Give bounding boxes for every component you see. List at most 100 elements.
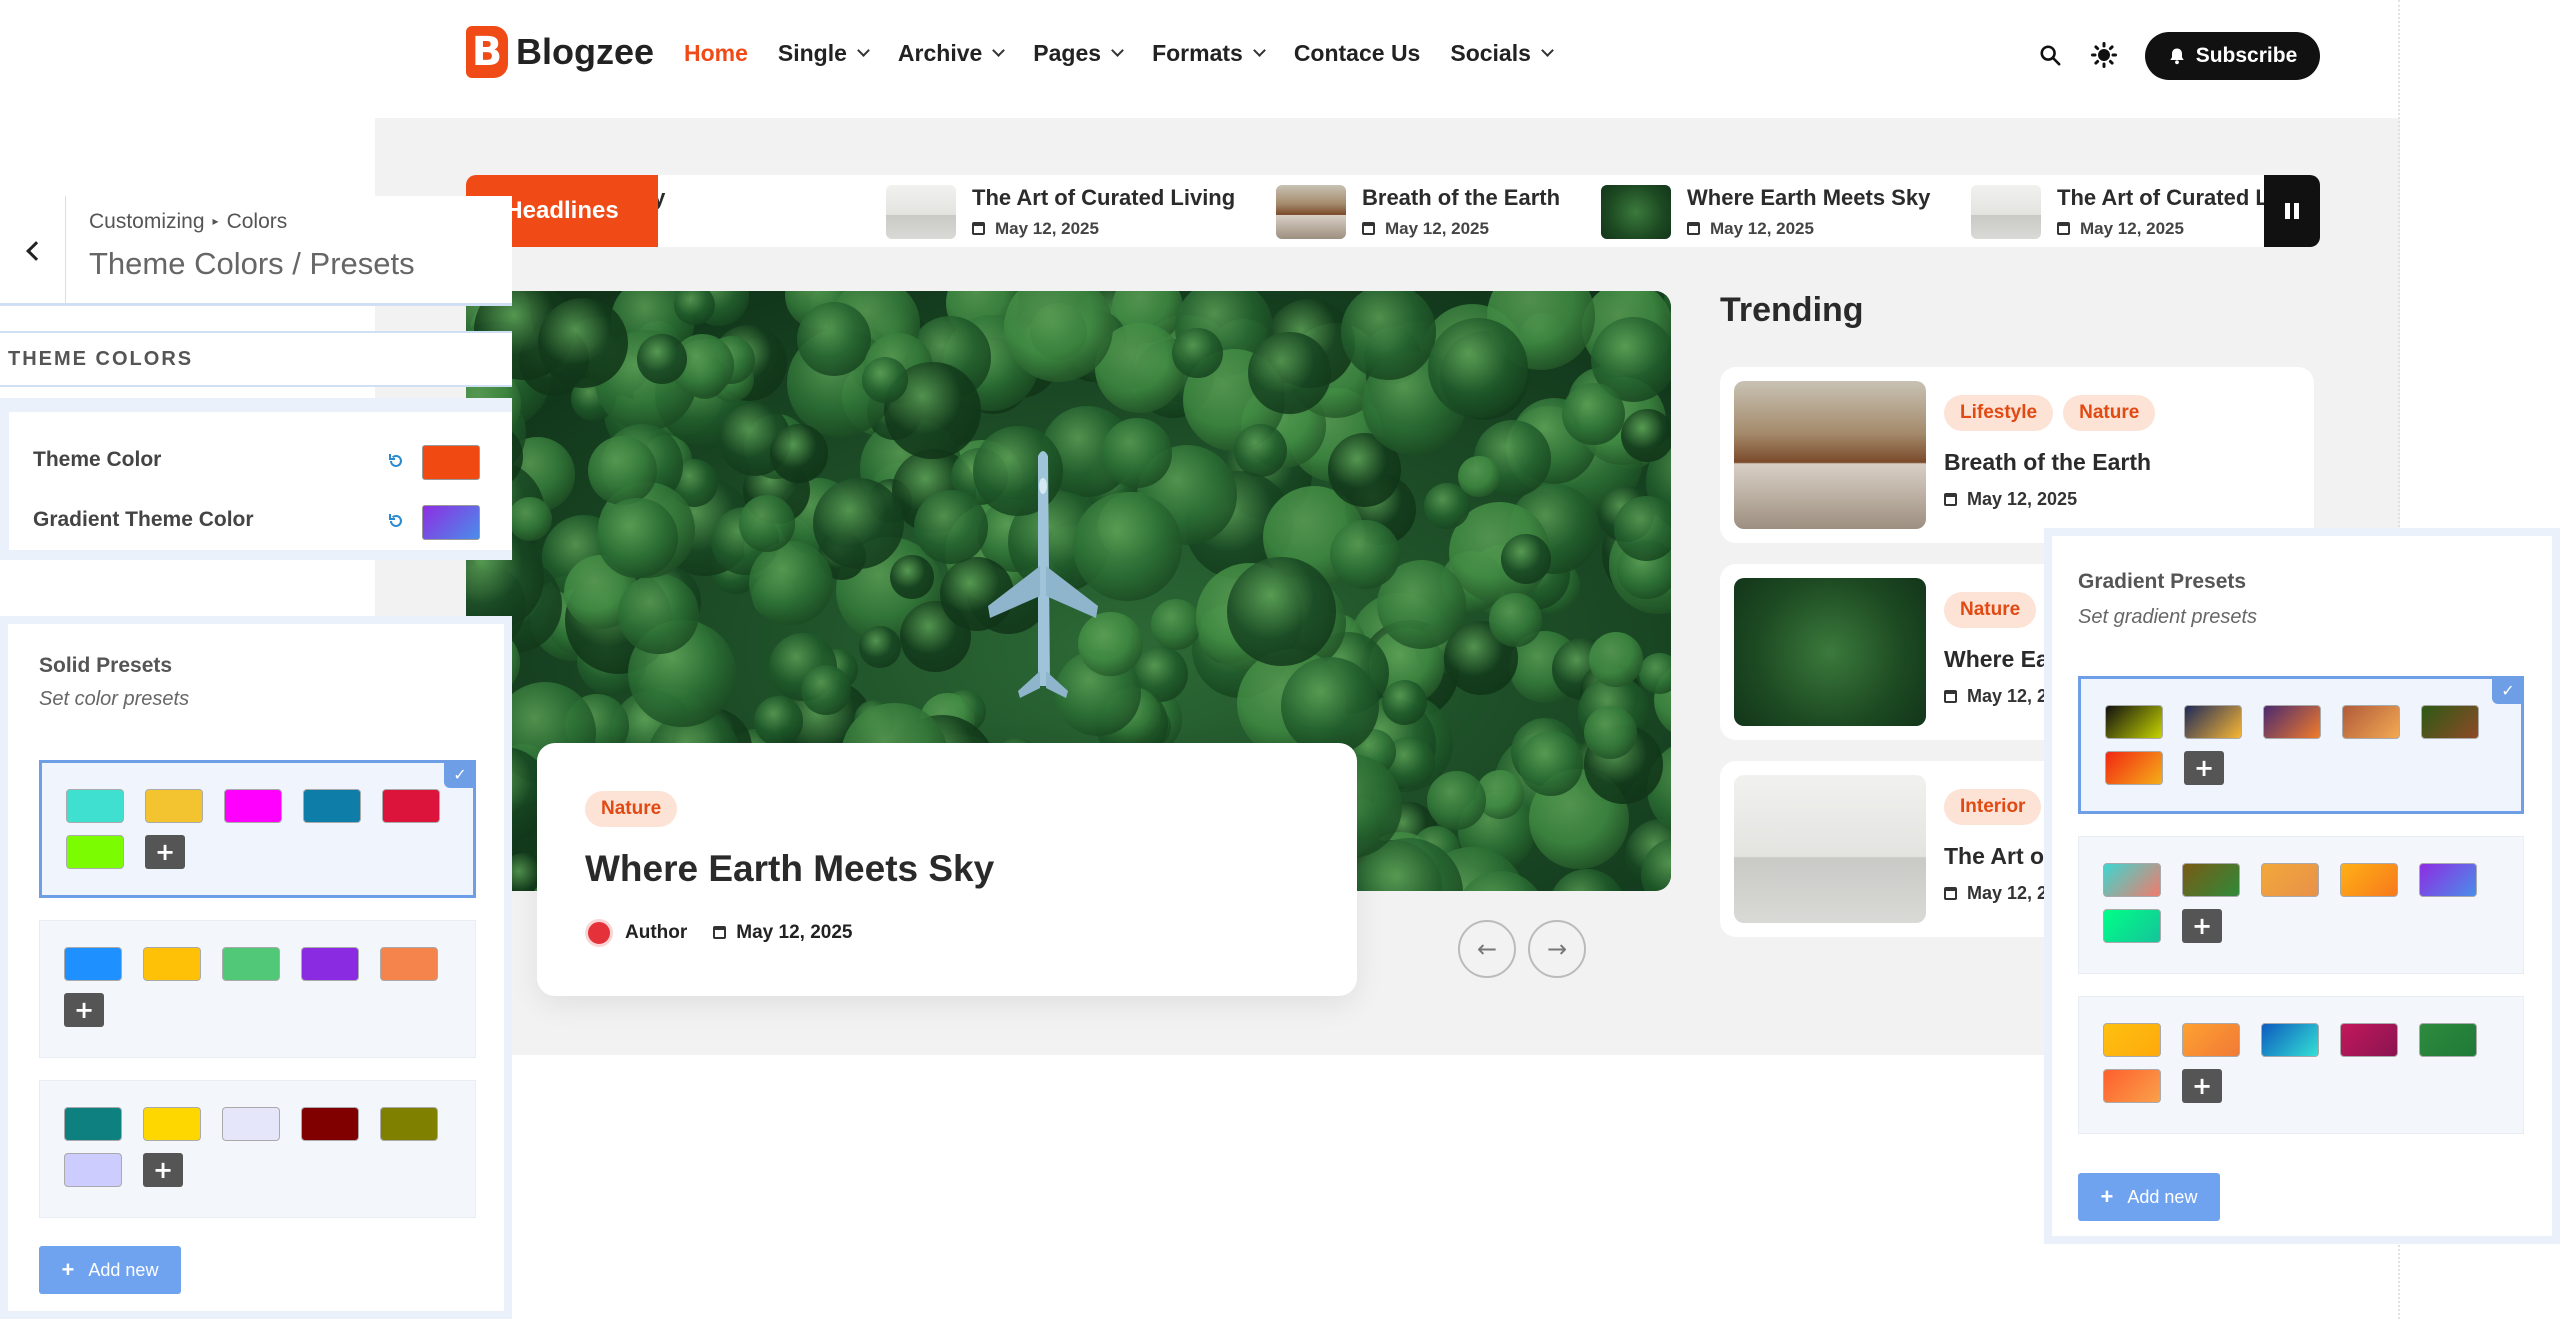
hero-category-tag[interactable]: Nature [585, 791, 678, 827]
color-swatch[interactable] [2340, 863, 2398, 897]
color-swatch[interactable] [66, 789, 124, 823]
color-swatch[interactable] [143, 947, 201, 981]
preset-set[interactable]: ✓ + [39, 760, 476, 898]
reset-icon[interactable] [387, 452, 405, 470]
ticker-pause-button[interactable] [2264, 175, 2320, 247]
category-tag[interactable]: Interior [1944, 789, 2042, 825]
dark-mode-toggle-icon[interactable] [2091, 42, 2117, 68]
add-color-button[interactable]: + [2182, 909, 2222, 943]
nav-item-contace-us[interactable]: Contace Us [1294, 40, 1421, 67]
trending-card[interactable]: Lifestyle Nature Breath of the Earth May 12… [1720, 367, 2314, 543]
nav-item-pages[interactable]: Pages [1033, 40, 1124, 67]
color-swatch[interactable] [2103, 909, 2161, 943]
ticker-date: May 12, 2025 [1385, 219, 1489, 238]
add-color-button[interactable]: + [2184, 751, 2224, 785]
nav-item-single[interactable]: Single [778, 40, 870, 67]
preset-set[interactable]: + [2078, 836, 2524, 974]
tree-texture [861, 357, 908, 404]
color-swatch[interactable] [2340, 1023, 2398, 1057]
nav-item-socials[interactable]: Socials [1450, 40, 1554, 67]
color-swatch[interactable] [2184, 705, 2242, 739]
hero-title[interactable]: Where Earth Meets Sky [585, 848, 994, 890]
color-swatch[interactable] [222, 947, 280, 981]
gradient-theme-color-swatch[interactable] [422, 505, 480, 540]
add-color-button[interactable]: + [2182, 1069, 2222, 1103]
color-swatch[interactable] [2182, 863, 2240, 897]
color-swatch[interactable] [2103, 1069, 2161, 1103]
trending-thumbnail[interactable] [1734, 578, 1926, 726]
ticker-thumbnail[interactable] [1971, 185, 2041, 239]
hero-author[interactable]: Author [625, 922, 687, 944]
color-swatch[interactable] [64, 1107, 122, 1141]
color-swatch[interactable] [64, 947, 122, 981]
breadcrumb: Customizing ▸ Colors [89, 210, 287, 234]
color-swatch[interactable] [222, 1107, 280, 1141]
color-swatch[interactable] [2342, 705, 2400, 739]
preset-set[interactable]: + [2078, 996, 2524, 1134]
preset-set[interactable]: + [39, 1080, 476, 1218]
ticker-item[interactable]: Where Earth Meets Sky May 12, 2025 [1601, 185, 1930, 239]
color-swatch[interactable] [224, 789, 282, 823]
trending-thumbnail[interactable] [1734, 775, 1926, 923]
color-swatch[interactable] [64, 1153, 122, 1187]
ticker-thumbnail[interactable] [1601, 185, 1671, 239]
color-swatch[interactable] [2182, 1023, 2240, 1057]
color-swatch[interactable] [2261, 1023, 2319, 1057]
ticker-title[interactable]: Breath of the Earth [1362, 185, 1560, 211]
add-color-button[interactable]: + [64, 993, 104, 1027]
ticker-item[interactable]: Breath of the Earth May 12, 2025 [1276, 185, 1560, 239]
ticker-title[interactable]: The Art of Curated Living [972, 185, 1235, 211]
calendar-icon [1944, 690, 1957, 703]
trending-thumbnail[interactable] [1734, 381, 1926, 529]
subscribe-button[interactable]: Subscribe [2145, 32, 2320, 80]
add-color-button[interactable]: + [145, 835, 185, 869]
color-swatch[interactable] [2421, 705, 2479, 739]
trending-title[interactable]: Breath of the Earth [1944, 449, 2151, 476]
hero-card[interactable]: Nature Where Earth Meets Sky Author May … [537, 743, 1357, 996]
slider-prev-button[interactable]: ← [1458, 920, 1516, 978]
ticker-title[interactable]: Where Earth Meets Sky [1687, 185, 1930, 211]
color-swatch[interactable] [2103, 863, 2161, 897]
color-swatch[interactable] [2105, 705, 2163, 739]
solid-presets-panel: Solid Presets Set color presets ✓ + + + + Ad… [0, 616, 512, 1319]
color-swatch[interactable] [382, 789, 440, 823]
color-swatch[interactable] [2263, 705, 2321, 739]
add-color-button[interactable]: + [143, 1153, 183, 1187]
color-swatch[interactable] [2419, 863, 2477, 897]
preset-set[interactable]: ✓ + [2078, 676, 2524, 814]
solid-add-new-button[interactable]: + Add new [39, 1246, 181, 1294]
nav-item-formats[interactable]: Formats [1152, 40, 1266, 67]
tree-texture [1621, 409, 1671, 463]
color-swatch[interactable] [380, 947, 438, 981]
ticker-thumbnail[interactable] [1276, 185, 1346, 239]
site-logo[interactable]: B Blogzee [466, 26, 654, 78]
customizer-back-button[interactable] [0, 196, 66, 306]
color-swatch[interactable] [2105, 751, 2163, 785]
color-swatch[interactable] [301, 1107, 359, 1141]
category-tag[interactable]: Lifestyle [1944, 395, 2054, 431]
ticker-item[interactable]: The Art of Curated Living May 12, 2025 [886, 185, 1235, 239]
color-swatch[interactable] [2103, 1023, 2161, 1057]
color-swatch[interactable] [66, 835, 124, 869]
color-swatch[interactable] [2419, 1023, 2477, 1057]
reset-icon[interactable] [387, 512, 405, 530]
nav-item-home[interactable]: Home [684, 40, 748, 67]
gradient-add-new-button[interactable]: + Add new [2078, 1173, 2220, 1221]
chevron-down-icon [1252, 44, 1266, 57]
slider-next-button[interactable]: → [1528, 920, 1586, 978]
bell-icon [2170, 48, 2184, 65]
theme-color-swatch[interactable] [422, 445, 480, 480]
search-icon[interactable] [2039, 44, 2061, 66]
color-swatch[interactable] [2261, 863, 2319, 897]
nav-item-archive[interactable]: Archive [898, 40, 1006, 67]
color-swatch[interactable] [145, 789, 203, 823]
ticker-thumbnail[interactable] [886, 185, 956, 239]
color-swatch[interactable] [301, 947, 359, 981]
color-swatch[interactable] [143, 1107, 201, 1141]
color-swatch[interactable] [380, 1107, 438, 1141]
color-swatch[interactable] [303, 789, 361, 823]
tree-texture [1488, 593, 1542, 647]
category-tag[interactable]: Nature [1944, 592, 2037, 628]
preset-set[interactable]: + [39, 920, 476, 1058]
category-tag[interactable]: Nature [2063, 395, 2156, 431]
